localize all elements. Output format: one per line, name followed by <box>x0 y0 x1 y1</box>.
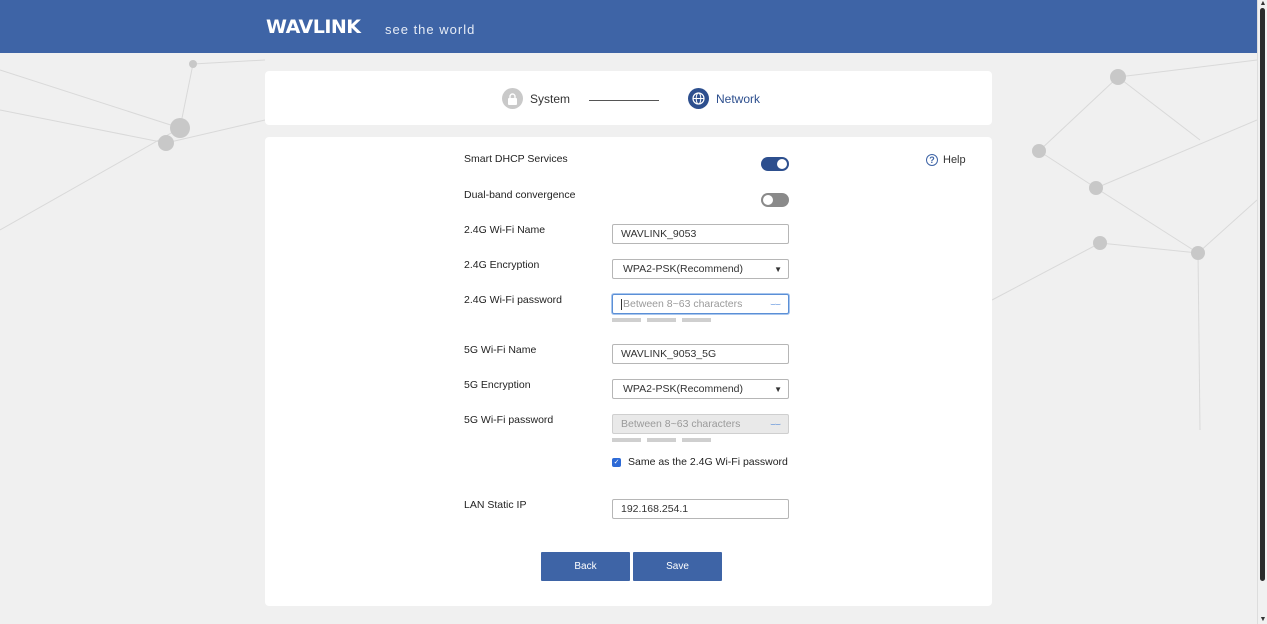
wifi5-encryption-value: WPA2-PSK(Recommend) <box>623 383 744 395</box>
wifi5-password-placeholder: Between 8~63 characters <box>621 418 741 430</box>
top-header: WAVLINK see the world <box>0 0 1257 53</box>
dual-band-label: Dual-band convergence <box>464 189 576 201</box>
toggle-knob <box>777 159 787 169</box>
same-password-label: Same as the 2.4G Wi-Fi password <box>628 456 788 468</box>
wifi24-encryption-select[interactable]: WPA2-PSK(Recommend) ▼ <box>612 259 789 279</box>
globe-icon <box>688 88 709 109</box>
setup-steps-card: System Network <box>265 71 992 125</box>
lan-ip-label: LAN Static IP <box>464 499 527 511</box>
same-password-checkbox[interactable]: ✓ <box>612 457 621 467</box>
question-circle-icon: ? <box>926 154 938 166</box>
wifi24-encryption-label: 2.4G Encryption <box>464 259 540 271</box>
wifi24-password-strength <box>612 318 711 322</box>
wifi5-encryption-label: 5G Encryption <box>464 379 531 391</box>
scroll-thumb[interactable] <box>1260 8 1265 581</box>
step-connector <box>589 100 659 101</box>
wifi24-encryption-value: WPA2-PSK(Recommend) <box>623 263 744 275</box>
scroll-down-arrow-icon[interactable]: ▼ <box>1259 616 1267 624</box>
same-password-row[interactable]: ✓ Same as the 2.4G Wi-Fi password <box>612 456 788 468</box>
wifi24-name-label: 2.4G Wi-Fi Name <box>464 224 546 236</box>
wifi24-password-input[interactable]: Between 8~63 characters ⌣⌣ <box>612 294 789 314</box>
smart-dhcp-toggle[interactable] <box>761 157 789 171</box>
eye-closed-icon[interactable]: ⌣⌣ <box>770 299 781 310</box>
vertical-scrollbar[interactable]: ▲ ▼ <box>1257 0 1267 624</box>
lan-ip-input[interactable]: 192.168.254.1 <box>612 499 789 519</box>
wifi5-password-input[interactable]: Between 8~63 characters ⌣⌣ <box>612 414 789 434</box>
scroll-up-arrow-icon[interactable]: ▲ <box>1259 0 1267 8</box>
wifi24-password-placeholder: Between 8~63 characters <box>623 298 743 310</box>
back-button[interactable]: Back <box>541 552 630 581</box>
step-system: System <box>502 88 570 109</box>
help-link[interactable]: ? Help <box>926 154 966 166</box>
logo-tagline: see the world <box>385 22 476 37</box>
text-caret <box>621 298 622 310</box>
help-label: Help <box>943 154 966 166</box>
dual-band-toggle[interactable] <box>761 193 789 207</box>
wifi5-password-label: 5G Wi-Fi password <box>464 414 554 426</box>
step-network: Network <box>688 88 760 109</box>
chevron-down-icon: ▼ <box>774 264 782 274</box>
wavlink-logo: WAVLINK <box>266 16 361 38</box>
eye-closed-icon[interactable]: ⌣⌣ <box>770 419 781 430</box>
wifi5-name-input[interactable]: WAVLINK_9053_5G <box>612 344 789 364</box>
wifi5-encryption-select[interactable]: WPA2-PSK(Recommend) ▼ <box>612 379 789 399</box>
step-system-label: System <box>530 91 571 106</box>
network-settings-form: ? Help Smart DHCP Services Dual-band con… <box>265 137 992 606</box>
wifi24-name-input[interactable]: WAVLINK_9053 <box>612 224 789 244</box>
save-button[interactable]: Save <box>633 552 722 581</box>
wifi5-name-label: 5G Wi-Fi Name <box>464 344 537 356</box>
smart-dhcp-label: Smart DHCP Services <box>464 153 568 165</box>
toggle-knob <box>763 195 773 205</box>
wifi24-password-label: 2.4G Wi-Fi password <box>464 294 563 306</box>
step-network-label: Network <box>716 91 761 106</box>
wifi5-password-strength <box>612 438 711 442</box>
chevron-down-icon: ▼ <box>774 384 782 394</box>
lock-icon <box>502 88 523 109</box>
